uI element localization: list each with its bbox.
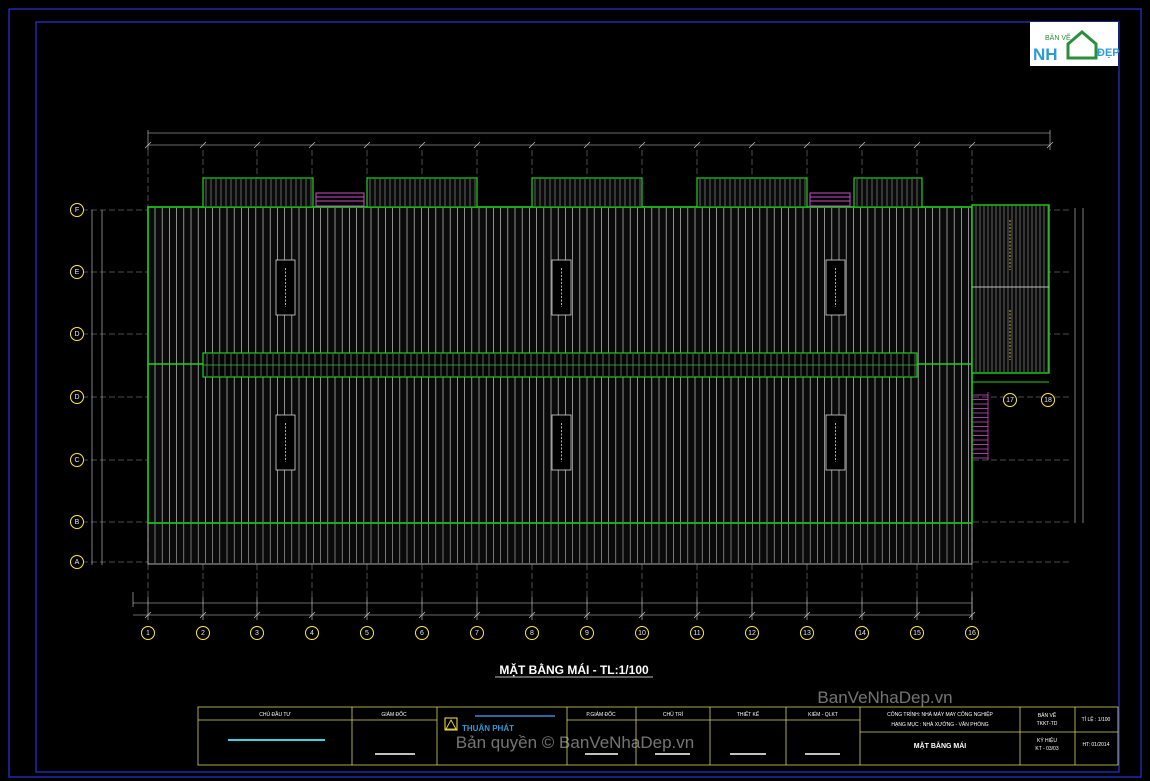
deputy-director-label: P.GIÁM ĐỐC bbox=[586, 711, 616, 718]
axis-bubble-col: 6 bbox=[415, 626, 429, 640]
logo-top-text: BẢN VẼ bbox=[1045, 33, 1071, 42]
slope-marker bbox=[551, 259, 572, 316]
top-roof bbox=[696, 177, 808, 208]
axis-bubble-row: E bbox=[70, 265, 84, 279]
date-label: HT: 01/2014 bbox=[1083, 742, 1110, 748]
project-line2: HẠNG MỤC : NHÀ XƯỞNG - VĂN PHÒNG bbox=[891, 721, 988, 728]
axis-bubble-col-label: 5 bbox=[365, 630, 369, 637]
slope-marker bbox=[275, 259, 296, 316]
company-name: THUẬN PHÁT bbox=[462, 724, 514, 733]
code-label: KÝ HIỆU bbox=[1037, 736, 1057, 744]
ridge-vent bbox=[202, 352, 918, 378]
watermark-bottom: Bản quyền © BanVeNhaDep.vn bbox=[456, 733, 694, 752]
annex-roof bbox=[971, 204, 1050, 383]
axis-bubble-col: 12 bbox=[745, 626, 759, 640]
axis-bubble-col: 15 bbox=[910, 626, 924, 640]
axis-bubble-col-label: 15 bbox=[913, 630, 921, 637]
axis-bubble-col-label: 3 bbox=[255, 630, 259, 637]
axis-bubble-side: 17 bbox=[1003, 393, 1017, 407]
top-roof bbox=[853, 177, 923, 208]
axis-bubble-col-label: 14 bbox=[858, 630, 866, 637]
project-line1: CÔNG TRÌNH: NHÀ MÁY MAY CÔNG NGHIỆP bbox=[887, 710, 993, 718]
axis-bubble-row: F bbox=[70, 203, 84, 217]
axis-bubble-row: D bbox=[70, 327, 84, 341]
axis-bubble-row-label: D bbox=[74, 331, 79, 338]
axis-bubble-col: 8 bbox=[525, 626, 539, 640]
axis-bubble-side: 18 bbox=[1041, 393, 1055, 407]
designer-label: THIẾT KẾ bbox=[737, 711, 760, 718]
drawing-label: BẢN VẼ bbox=[1038, 712, 1057, 719]
axis-bubble-row: B bbox=[70, 515, 84, 529]
axis-bubble-row-label: E bbox=[75, 269, 80, 276]
slope-marker bbox=[551, 414, 572, 471]
axis-bubble-col: 13 bbox=[800, 626, 814, 640]
axis-bubble-col-label: 7 bbox=[475, 630, 479, 637]
slope-marker bbox=[825, 259, 846, 316]
axis-bubble-col: 11 bbox=[690, 626, 704, 640]
axis-bubble-col-label: 10 bbox=[638, 630, 646, 637]
axis-bubble-row-label: B bbox=[75, 519, 80, 526]
axis-bubbles-side: 17 18 bbox=[1003, 393, 1055, 407]
axis-bubble-col: 16 bbox=[965, 626, 979, 640]
warning-icon bbox=[445, 719, 457, 730]
axis-bubble-row-label: C bbox=[74, 457, 79, 464]
axis-bubble-col: 14 bbox=[855, 626, 869, 640]
axis-bubble-col: 7 bbox=[470, 626, 484, 640]
axis-bubble-col-label: 6 bbox=[420, 630, 424, 637]
axis-bubble-col-label: 11 bbox=[693, 630, 700, 637]
axis-bubble-col-label: 8 bbox=[530, 630, 534, 637]
plan-title: MẶT BẰNG MÁI - TL:1/100 bbox=[499, 662, 649, 677]
scale-label: TỈ LỆ : 1/100 bbox=[1082, 715, 1111, 723]
slope-marker bbox=[825, 414, 846, 471]
axis-bubble-col: 1 bbox=[141, 626, 155, 640]
axis-bubble-row-label: A bbox=[75, 559, 80, 566]
roof-plan-drawing: BẢN VẼ NH ĐẸP 1 2 3 4 5 6 7 8 9 10 11 12… bbox=[8, 8, 1142, 778]
axis-bubble-side-label: 17 bbox=[1006, 397, 1014, 404]
investor-label: CHỦ ĐẦU TƯ bbox=[259, 711, 291, 718]
watermark-top: BanVeNhaDep.vn bbox=[817, 688, 952, 707]
axis-bubble-col-label: 1 bbox=[146, 630, 150, 637]
axis-bubble-col-label: 9 bbox=[585, 630, 589, 637]
left-dimension-lines bbox=[91, 210, 103, 565]
stair-symbol bbox=[972, 392, 989, 460]
logo-left-text: NH bbox=[1033, 45, 1058, 64]
axis-bubble-col-label: 12 bbox=[748, 630, 756, 637]
sheet-title: MẶT BẰNG MÁI bbox=[914, 741, 967, 750]
axis-bubble-col-label: 16 bbox=[968, 630, 976, 637]
logo-right-text: ĐẸP bbox=[1097, 47, 1120, 59]
axis-bubble-col: 10 bbox=[635, 626, 649, 640]
axis-bubble-col: 3 bbox=[250, 626, 264, 640]
lead-label: CHỦ TRÌ bbox=[663, 711, 684, 718]
code-value: KT - 03/03 bbox=[1035, 746, 1058, 752]
drawing-value: TKKT-TD bbox=[1037, 721, 1058, 727]
axis-bubble-row: A bbox=[70, 555, 84, 569]
axis-bubble-col-label: 2 bbox=[201, 630, 205, 637]
top-roof bbox=[366, 177, 478, 208]
top-roof bbox=[531, 177, 643, 208]
logo: BẢN VẼ NH ĐẸP bbox=[1030, 22, 1120, 66]
axis-bubble-row-label: D bbox=[74, 394, 79, 401]
axis-bubbles-y: F E D D C B A bbox=[70, 203, 84, 569]
axis-bubble-col: 4 bbox=[305, 626, 319, 640]
checker-label: KIỂM - QLKT bbox=[808, 711, 838, 718]
axis-bubble-side-label: 18 bbox=[1044, 397, 1052, 404]
axis-bubble-row-label: F bbox=[75, 207, 79, 214]
axis-bubble-col-label: 13 bbox=[803, 630, 811, 637]
right-dimension-lines bbox=[1074, 208, 1084, 523]
top-roof bbox=[202, 177, 314, 208]
axis-bubble-row: D bbox=[70, 390, 84, 404]
axis-bubble-col: 2 bbox=[196, 626, 210, 640]
axis-bubbles-x: 1 2 3 4 5 6 7 8 9 10 11 12 13 14 15 16 bbox=[141, 626, 979, 640]
axis-bubble-col-label: 4 bbox=[310, 630, 314, 637]
bottom-dimension-lines bbox=[132, 592, 973, 620]
axis-bubble-col: 5 bbox=[360, 626, 374, 640]
roof-lower-strip bbox=[147, 521, 973, 565]
slope-marker bbox=[275, 414, 296, 471]
axis-bubble-col: 9 bbox=[580, 626, 594, 640]
axis-bubble-row: C bbox=[70, 453, 84, 467]
bottom-dimension-ticks bbox=[144, 597, 976, 620]
director-label: GIÁM ĐỐC bbox=[381, 711, 407, 718]
